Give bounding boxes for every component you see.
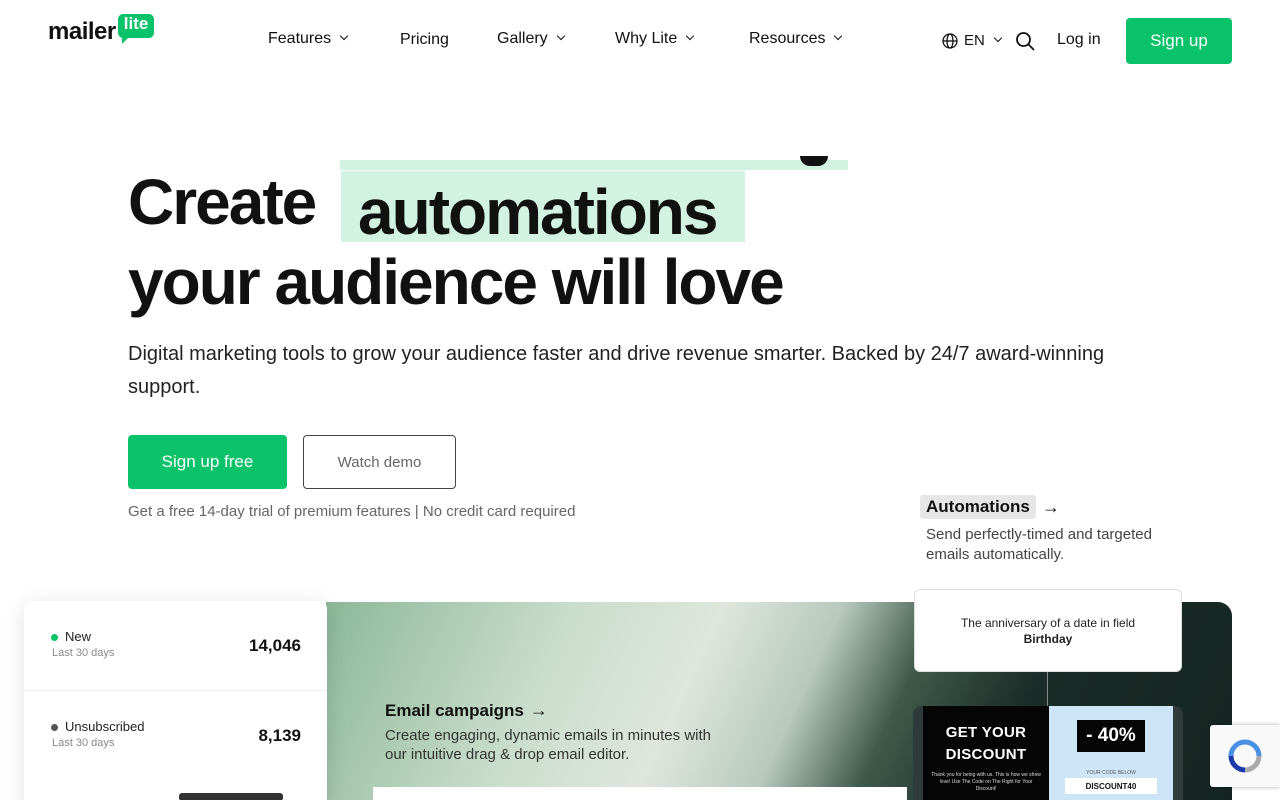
arrow-right-icon: → xyxy=(1041,496,1060,517)
stat-dot-unsubscribed xyxy=(51,724,58,731)
mailerlite-logo[interactable]: mailer lite xyxy=(48,14,155,45)
email-campaigns-description: Create engaging, dynamic emails in minut… xyxy=(385,727,711,763)
email-campaigns-link[interactable]: Email campaigns → xyxy=(385,700,548,721)
language-label: EN xyxy=(964,32,985,49)
logo-badge: lite xyxy=(117,14,155,44)
stat-sublabel: Last 30 days xyxy=(52,737,115,749)
chevron-down-icon xyxy=(556,31,565,41)
chevron-down-icon xyxy=(834,31,843,41)
stat-value: 8,139 xyxy=(258,726,301,745)
discount-badge: - 40% xyxy=(1077,720,1145,752)
chevron-down-icon xyxy=(339,31,349,41)
headline-rotating-word: automations xyxy=(358,176,718,248)
trigger-text-wrap: The anniversary of a date in field Birth… xyxy=(961,615,1135,647)
nav-gallery-label: Gallery xyxy=(497,30,548,47)
email-headline-1: GET YOUR xyxy=(945,724,1027,741)
workflow-connector xyxy=(1047,672,1048,706)
stat-sublabel: Last 30 days xyxy=(52,647,115,659)
email-preview-card: GET YOUR DISCOUNT Thank you for being wi… xyxy=(913,706,1183,800)
nav-gallery[interactable]: Gallery xyxy=(497,30,565,48)
automation-trigger-card: The anniversary of a date in field Birth… xyxy=(914,589,1182,672)
email-headline-2: DISCOUNT xyxy=(945,746,1027,763)
stat-label: Unsubscribed xyxy=(65,719,145,734)
site-header: mailer lite Features Pricing Gallery Why… xyxy=(0,0,1280,82)
email-body-text: Thank you for being with us. This is how… xyxy=(931,772,1041,792)
email-editor-preview xyxy=(373,787,907,800)
recaptcha-badge[interactable] xyxy=(1210,725,1280,787)
signup-button[interactable]: Sign up xyxy=(1126,18,1232,64)
stat-chart-bar xyxy=(179,793,283,800)
nav-pricing[interactable]: Pricing xyxy=(400,31,449,49)
hero-subtitle: Digital marketing tools to grow your aud… xyxy=(128,343,1105,398)
trigger-text: The anniversary of a date in field xyxy=(960,615,1136,630)
watch-demo-button[interactable]: Watch demo xyxy=(303,435,456,489)
logo-wordmark: mailer xyxy=(48,18,116,45)
rotating-word-highlight-previous xyxy=(340,160,848,170)
automations-description: Send perfectly-timed and targeted emails… xyxy=(926,526,1152,563)
trial-note: Get a free 14-day trial of premium featu… xyxy=(128,503,576,520)
chevron-down-icon xyxy=(686,31,695,41)
nav-pricing-label: Pricing xyxy=(400,31,449,48)
nav-features-label: Features xyxy=(268,30,332,47)
recaptcha-icon xyxy=(1228,739,1262,773)
nav-why-lite-label: Why Lite xyxy=(615,30,678,47)
nav-features[interactable]: Features xyxy=(268,30,349,48)
stat-row-new: New Last 30 days 14,046 xyxy=(24,601,327,689)
arrow-right-icon: → xyxy=(529,700,548,720)
nav-resources-label: Resources xyxy=(749,30,826,47)
headline-create: Create xyxy=(128,166,317,238)
stat-label: New xyxy=(65,629,92,644)
language-selector[interactable]: EN xyxy=(942,32,1003,49)
email-preview-left-panel: GET YOUR DISCOUNT Thank you for being wi… xyxy=(923,706,1049,800)
email-campaigns-title: Email campaigns xyxy=(385,700,524,720)
stat-dot-new xyxy=(51,634,58,641)
automations-title: Automations xyxy=(920,495,1036,519)
subscriber-stats-card: New Last 30 days 14,046 Unsubscribed Las… xyxy=(24,601,327,800)
trigger-field: Birthday xyxy=(1023,631,1073,646)
email-headline: GET YOUR DISCOUNT xyxy=(923,722,1049,766)
discount-code: DISCOUNT40 xyxy=(1065,778,1157,794)
signup-free-button[interactable]: Sign up free xyxy=(128,435,287,489)
search-icon[interactable] xyxy=(1015,31,1035,51)
stat-row-unsubscribed: Unsubscribed Last 30 days 8,139 xyxy=(24,690,327,778)
automations-link[interactable]: Automations → xyxy=(920,495,1060,519)
headline-line-2: your audience will love xyxy=(128,246,785,318)
stat-value: 14,046 xyxy=(249,636,301,655)
discount-code-label: YOUR CODE BELOW xyxy=(1086,770,1136,776)
globe-icon xyxy=(942,32,958,49)
nav-why-lite[interactable]: Why Lite xyxy=(615,30,695,48)
email-preview-right-panel: - 40% YOUR CODE BELOW DISCOUNT40 xyxy=(1049,706,1173,800)
nav-resources[interactable]: Resources xyxy=(749,30,843,48)
chevron-down-icon xyxy=(993,33,1003,42)
login-link[interactable]: Log in xyxy=(1057,31,1101,49)
